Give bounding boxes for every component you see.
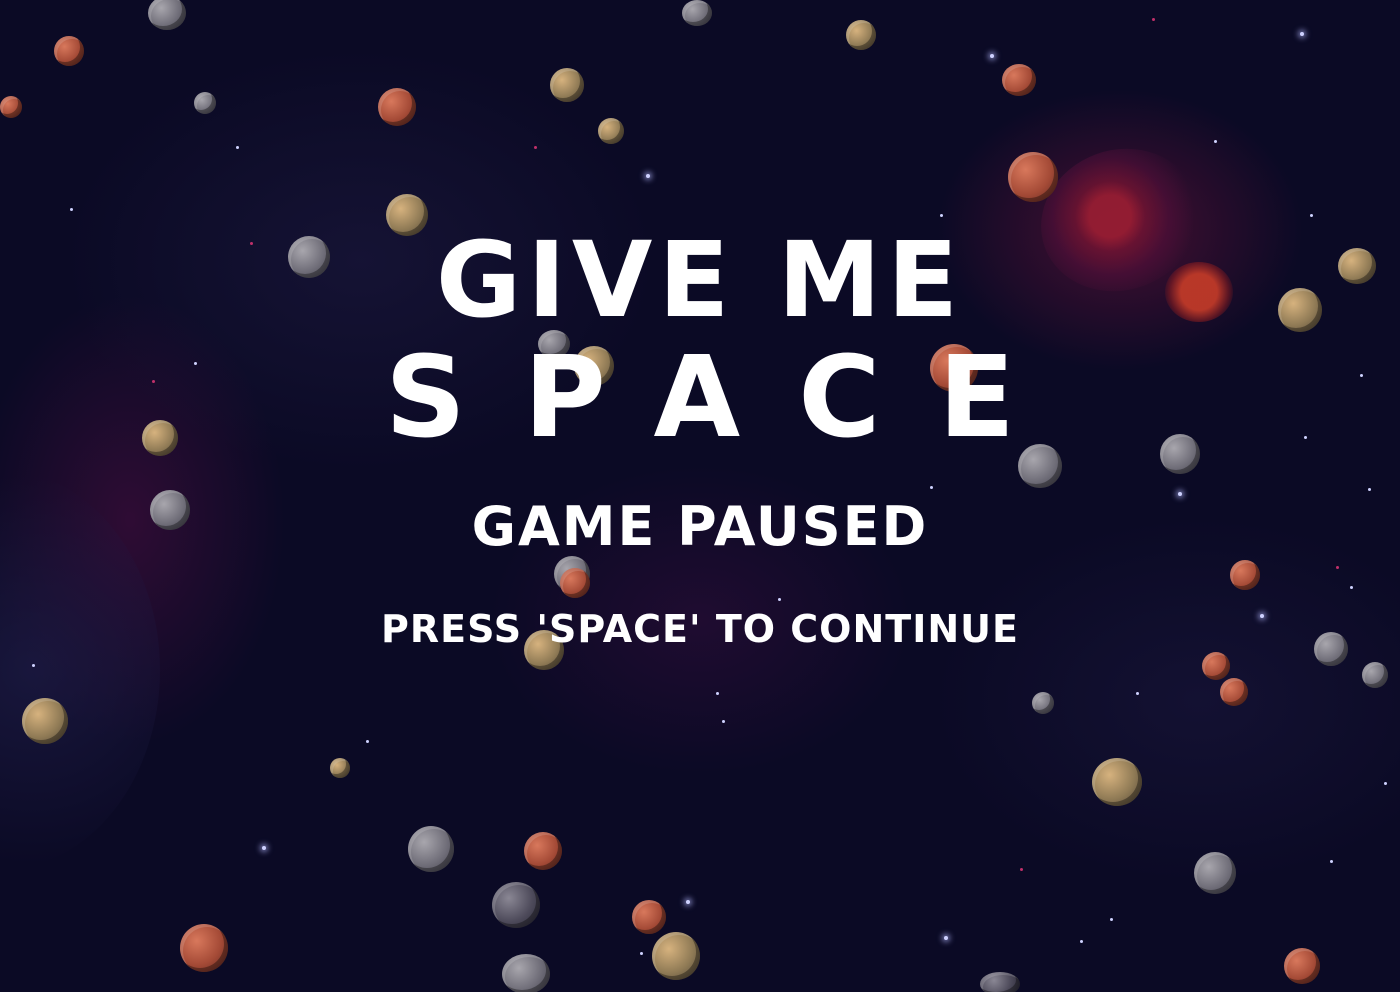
continue-prompt: PRESS 'SPACE' TO CONTINUE <box>381 607 1019 651</box>
pause-overlay: GIVE ME SPACE GAME PAUSED PRESS 'SPACE' … <box>0 0 1400 992</box>
game-title-line1: GIVE ME <box>435 219 965 341</box>
game-title-line2: SPACE <box>385 333 1073 463</box>
game-canvas[interactable]: GIVE ME SPACE GAME PAUSED PRESS 'SPACE' … <box>0 0 1400 992</box>
pause-status-text: GAME PAUSED <box>471 495 929 558</box>
